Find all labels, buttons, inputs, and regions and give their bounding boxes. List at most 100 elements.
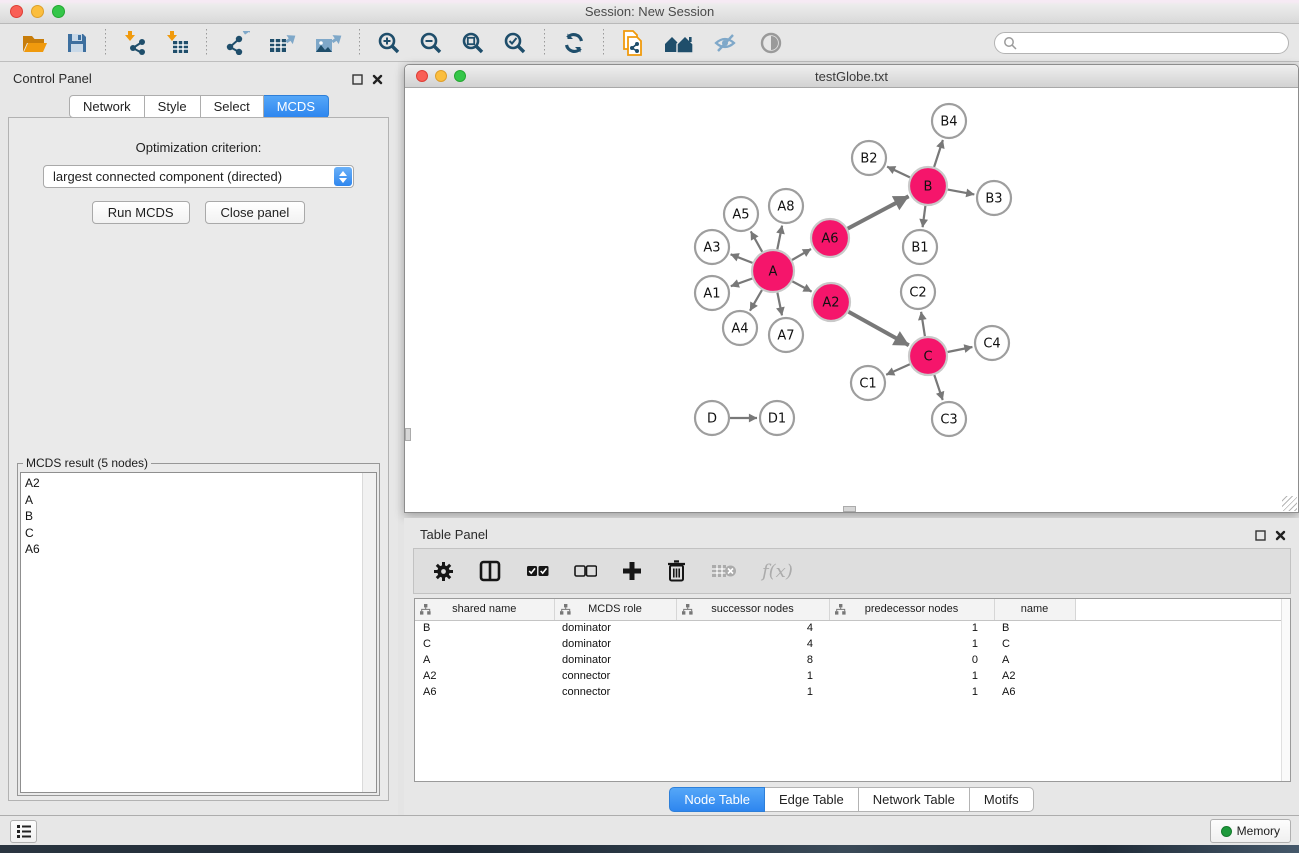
cell-MCDS-role[interactable]: dominator	[554, 652, 676, 668]
cell-successor-nodes[interactable]: 4	[676, 636, 829, 652]
network-canvas[interactable]: B4B2BB3A5A8A6A3AA1B1C2A2A4A7C4CC1C3DD1	[405, 88, 1298, 512]
cell-MCDS-role[interactable]: connector	[554, 668, 676, 684]
memory-button[interactable]: Memory	[1210, 819, 1291, 843]
cell-MCDS-role[interactable]: dominator	[554, 620, 676, 636]
horizontal-scroll-thumb[interactable]	[843, 506, 856, 512]
cell-successor-nodes[interactable]: 4	[676, 620, 829, 636]
import-network-button[interactable]	[118, 29, 152, 57]
cell-name[interactable]: B	[994, 620, 1075, 636]
graph-edge-A-A4[interactable]	[750, 290, 762, 311]
graph-edge-A-A8[interactable]	[777, 226, 782, 250]
graph-edge-A-A6[interactable]	[792, 249, 811, 260]
graph-edge-C-C2[interactable]	[921, 312, 925, 336]
cell-name[interactable]: A6	[994, 684, 1075, 700]
graph-edge-B-B3[interactable]	[948, 190, 975, 195]
graph-node-A4[interactable]: A4	[723, 311, 757, 345]
graph-node-A1[interactable]: A1	[695, 276, 729, 310]
graph-edge-A-A5[interactable]	[751, 231, 762, 251]
graph-node-C3[interactable]: C3	[932, 402, 966, 436]
run-mcds-button[interactable]: Run MCDS	[92, 201, 190, 224]
delete-table-button[interactable]	[711, 562, 737, 580]
graph-node-A2[interactable]: A2	[812, 283, 850, 321]
graph-edge-A-A3[interactable]	[731, 254, 753, 263]
graph-node-B1[interactable]: B1	[903, 230, 937, 264]
search-input[interactable]	[1017, 34, 1288, 52]
zoom-out-button[interactable]	[414, 29, 448, 57]
mcds-result-item[interactable]: B	[25, 508, 358, 525]
graph-node-D[interactable]: D	[695, 401, 729, 435]
cell-predecessor-nodes[interactable]: 0	[829, 652, 994, 668]
cell-shared-name[interactable]: C	[415, 636, 554, 652]
cell-shared-name[interactable]: A	[415, 652, 554, 668]
tab-select[interactable]: Select	[201, 95, 264, 118]
show-columns-button[interactable]	[479, 560, 501, 582]
cell-MCDS-role[interactable]: connector	[554, 684, 676, 700]
cell-shared-name[interactable]: A2	[415, 668, 554, 684]
graph-node-A3[interactable]: A3	[695, 230, 729, 264]
function-builder-button[interactable]: f(x)	[762, 561, 793, 582]
cell-shared-name[interactable]: A6	[415, 684, 554, 700]
float-panel-button[interactable]	[352, 72, 366, 86]
mcds-result-item[interactable]: A	[25, 492, 358, 509]
save-session-button[interactable]	[61, 30, 93, 56]
graph-node-C2[interactable]: C2	[901, 275, 935, 309]
cell-predecessor-nodes[interactable]: 1	[829, 684, 994, 700]
float-table-panel-button[interactable]	[1255, 528, 1269, 542]
open-session-button[interactable]	[16, 30, 53, 56]
delete-column-button[interactable]	[667, 560, 686, 582]
column-header-name[interactable]: name	[994, 599, 1075, 620]
column-header-shared-name[interactable]: shared name	[415, 599, 554, 620]
cell-successor-nodes[interactable]: 1	[676, 684, 829, 700]
tab-edge-table[interactable]: Edge Table	[765, 787, 859, 812]
graph-edge-A6-B[interactable]	[848, 196, 909, 228]
graph-node-D1[interactable]: D1	[760, 401, 794, 435]
show-eye-button[interactable]	[754, 29, 788, 57]
graph-node-B2[interactable]: B2	[852, 141, 886, 175]
graph-edge-A-A1[interactable]	[731, 279, 753, 287]
graph-edge-B-B2[interactable]	[887, 167, 910, 178]
close-panel-button[interactable]: Close panel	[205, 201, 306, 224]
cell-MCDS-role[interactable]: dominator	[554, 636, 676, 652]
cell-predecessor-nodes[interactable]: 1	[829, 668, 994, 684]
export-image-button[interactable]	[309, 29, 347, 57]
export-table-button[interactable]	[263, 29, 301, 57]
graph-edge-A2-C[interactable]	[849, 312, 909, 346]
graph-node-A7[interactable]: A7	[769, 318, 803, 352]
tab-node-table[interactable]: Node Table	[669, 787, 765, 812]
mcds-result-item[interactable]: A6	[25, 541, 358, 558]
cell-name[interactable]: C	[994, 636, 1075, 652]
tab-motifs[interactable]: Motifs	[970, 787, 1034, 812]
close-panel-icon-button[interactable]	[372, 72, 386, 86]
graph-node-C1[interactable]: C1	[851, 366, 885, 400]
import-table-button[interactable]	[160, 29, 194, 57]
resize-grip[interactable]	[1282, 496, 1297, 511]
graph-node-C[interactable]: C	[909, 337, 947, 375]
zoom-fit-button[interactable]	[456, 29, 490, 57]
refresh-button[interactable]	[557, 29, 591, 57]
graph-edge-A-A7[interactable]	[777, 293, 782, 316]
graph-node-A6[interactable]: A6	[811, 219, 849, 257]
graph-node-B4[interactable]: B4	[932, 104, 966, 138]
unselect-all-columns-button[interactable]	[574, 565, 597, 577]
column-header-successor-nodes[interactable]: successor nodes	[676, 599, 829, 620]
home-button[interactable]	[658, 30, 700, 56]
duplicate-network-button[interactable]	[616, 28, 650, 58]
mcds-result-item[interactable]: A2	[25, 475, 358, 492]
column-header-predecessor-nodes[interactable]: predecessor nodes	[829, 599, 994, 620]
table-scrollbar[interactable]	[1281, 599, 1290, 781]
network-graph[interactable]: B4B2BB3A5A8A6A3AA1B1C2A2A4A7C4CC1C3DD1	[405, 88, 1298, 512]
cell-shared-name[interactable]: B	[415, 620, 554, 636]
graph-edge-C-C4[interactable]	[948, 347, 973, 352]
graph-edge-A-A2[interactable]	[792, 281, 811, 291]
cell-predecessor-nodes[interactable]: 1	[829, 620, 994, 636]
table-row[interactable]: Bdominator41B	[415, 620, 1290, 636]
hide-panels-button[interactable]	[708, 30, 746, 56]
tab-mcds[interactable]: MCDS	[264, 95, 329, 118]
close-table-panel-button[interactable]	[1275, 528, 1289, 542]
tab-network-table[interactable]: Network Table	[859, 787, 970, 812]
cell-successor-nodes[interactable]: 1	[676, 668, 829, 684]
table-row[interactable]: A6connector11A6	[415, 684, 1290, 700]
graph-node-A5[interactable]: A5	[724, 197, 758, 231]
vertical-scroll-thumb[interactable]	[405, 428, 411, 441]
graph-edge-C-C3[interactable]	[934, 375, 942, 400]
